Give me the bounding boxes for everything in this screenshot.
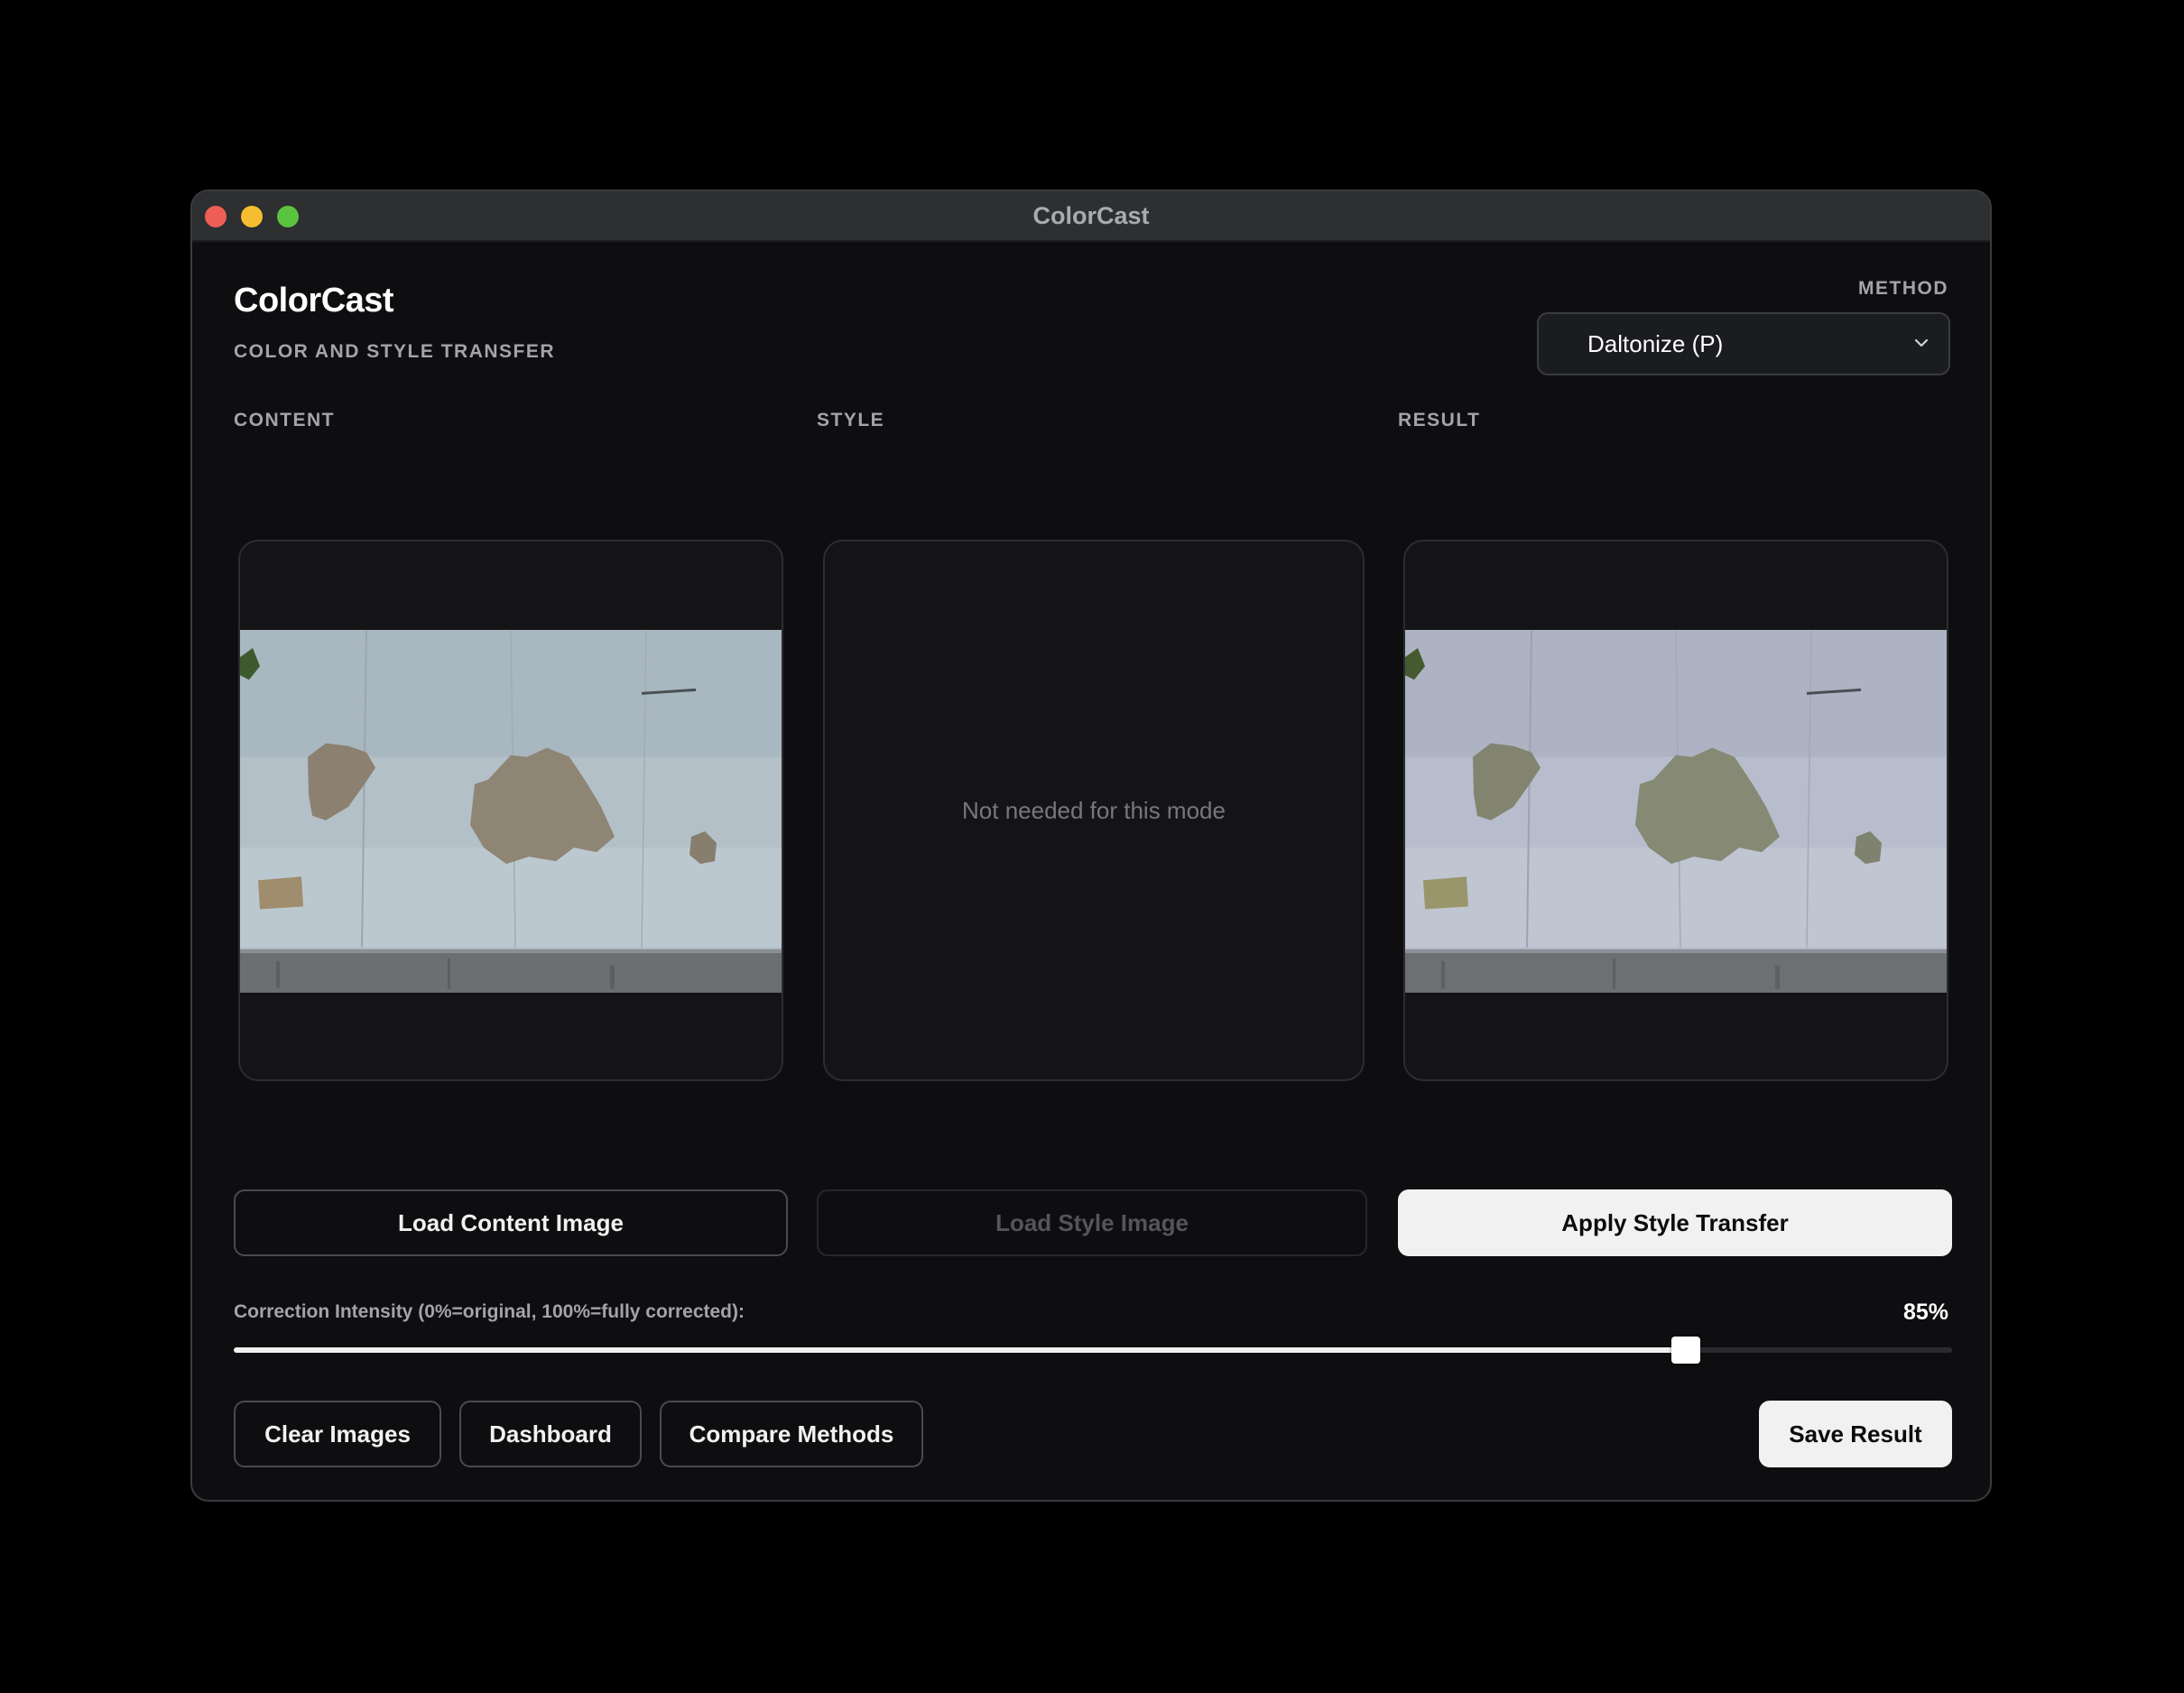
clear-images-button[interactable]: Clear Images xyxy=(234,1401,441,1467)
save-result-button[interactable]: Save Result xyxy=(1759,1401,1952,1467)
title-bar[interactable]: ColorCast xyxy=(192,191,1990,242)
intensity-label: Correction Intensity (0%=original, 100%=… xyxy=(234,1301,745,1322)
result-column-label: RESULT xyxy=(1398,410,1481,430)
app-window: ColorCast ColorCast COLOR AND STYLE TRAN… xyxy=(190,190,1992,1502)
method-selected-value: Daltonize (P) xyxy=(1587,330,1724,357)
result-image xyxy=(1405,630,1947,993)
style-placeholder-text: Not needed for this mode xyxy=(962,796,1226,824)
intensity-slider[interactable] xyxy=(234,1337,1952,1364)
chevron-down-icon xyxy=(1914,338,1929,347)
style-image-panel[interactable]: Not needed for this mode xyxy=(823,540,1365,1081)
compare-methods-button[interactable]: Compare Methods xyxy=(660,1401,923,1467)
style-column-label: STYLE xyxy=(817,410,885,430)
slider-thumb[interactable] xyxy=(1671,1337,1700,1364)
intensity-value: 85% xyxy=(1902,1300,1948,1325)
result-image-panel[interactable] xyxy=(1403,540,1948,1081)
load-content-image-button[interactable]: Load Content Image xyxy=(234,1189,788,1256)
dashboard-button[interactable]: Dashboard xyxy=(459,1401,642,1467)
method-label: METHOD xyxy=(1858,278,1948,299)
load-style-image-button: Load Style Image xyxy=(817,1189,1367,1256)
app-subtitle: COLOR AND STYLE TRANSFER xyxy=(234,341,556,362)
slider-fill xyxy=(234,1347,1686,1353)
apply-style-transfer-button[interactable]: Apply Style Transfer xyxy=(1398,1189,1952,1256)
window-title: ColorCast xyxy=(1032,202,1150,229)
content-image-panel[interactable] xyxy=(238,540,783,1081)
content-image xyxy=(240,630,782,993)
method-select[interactable]: Daltonize (P) xyxy=(1537,312,1950,375)
content-column-label: CONTENT xyxy=(234,410,335,430)
app-title: ColorCast xyxy=(234,282,394,319)
